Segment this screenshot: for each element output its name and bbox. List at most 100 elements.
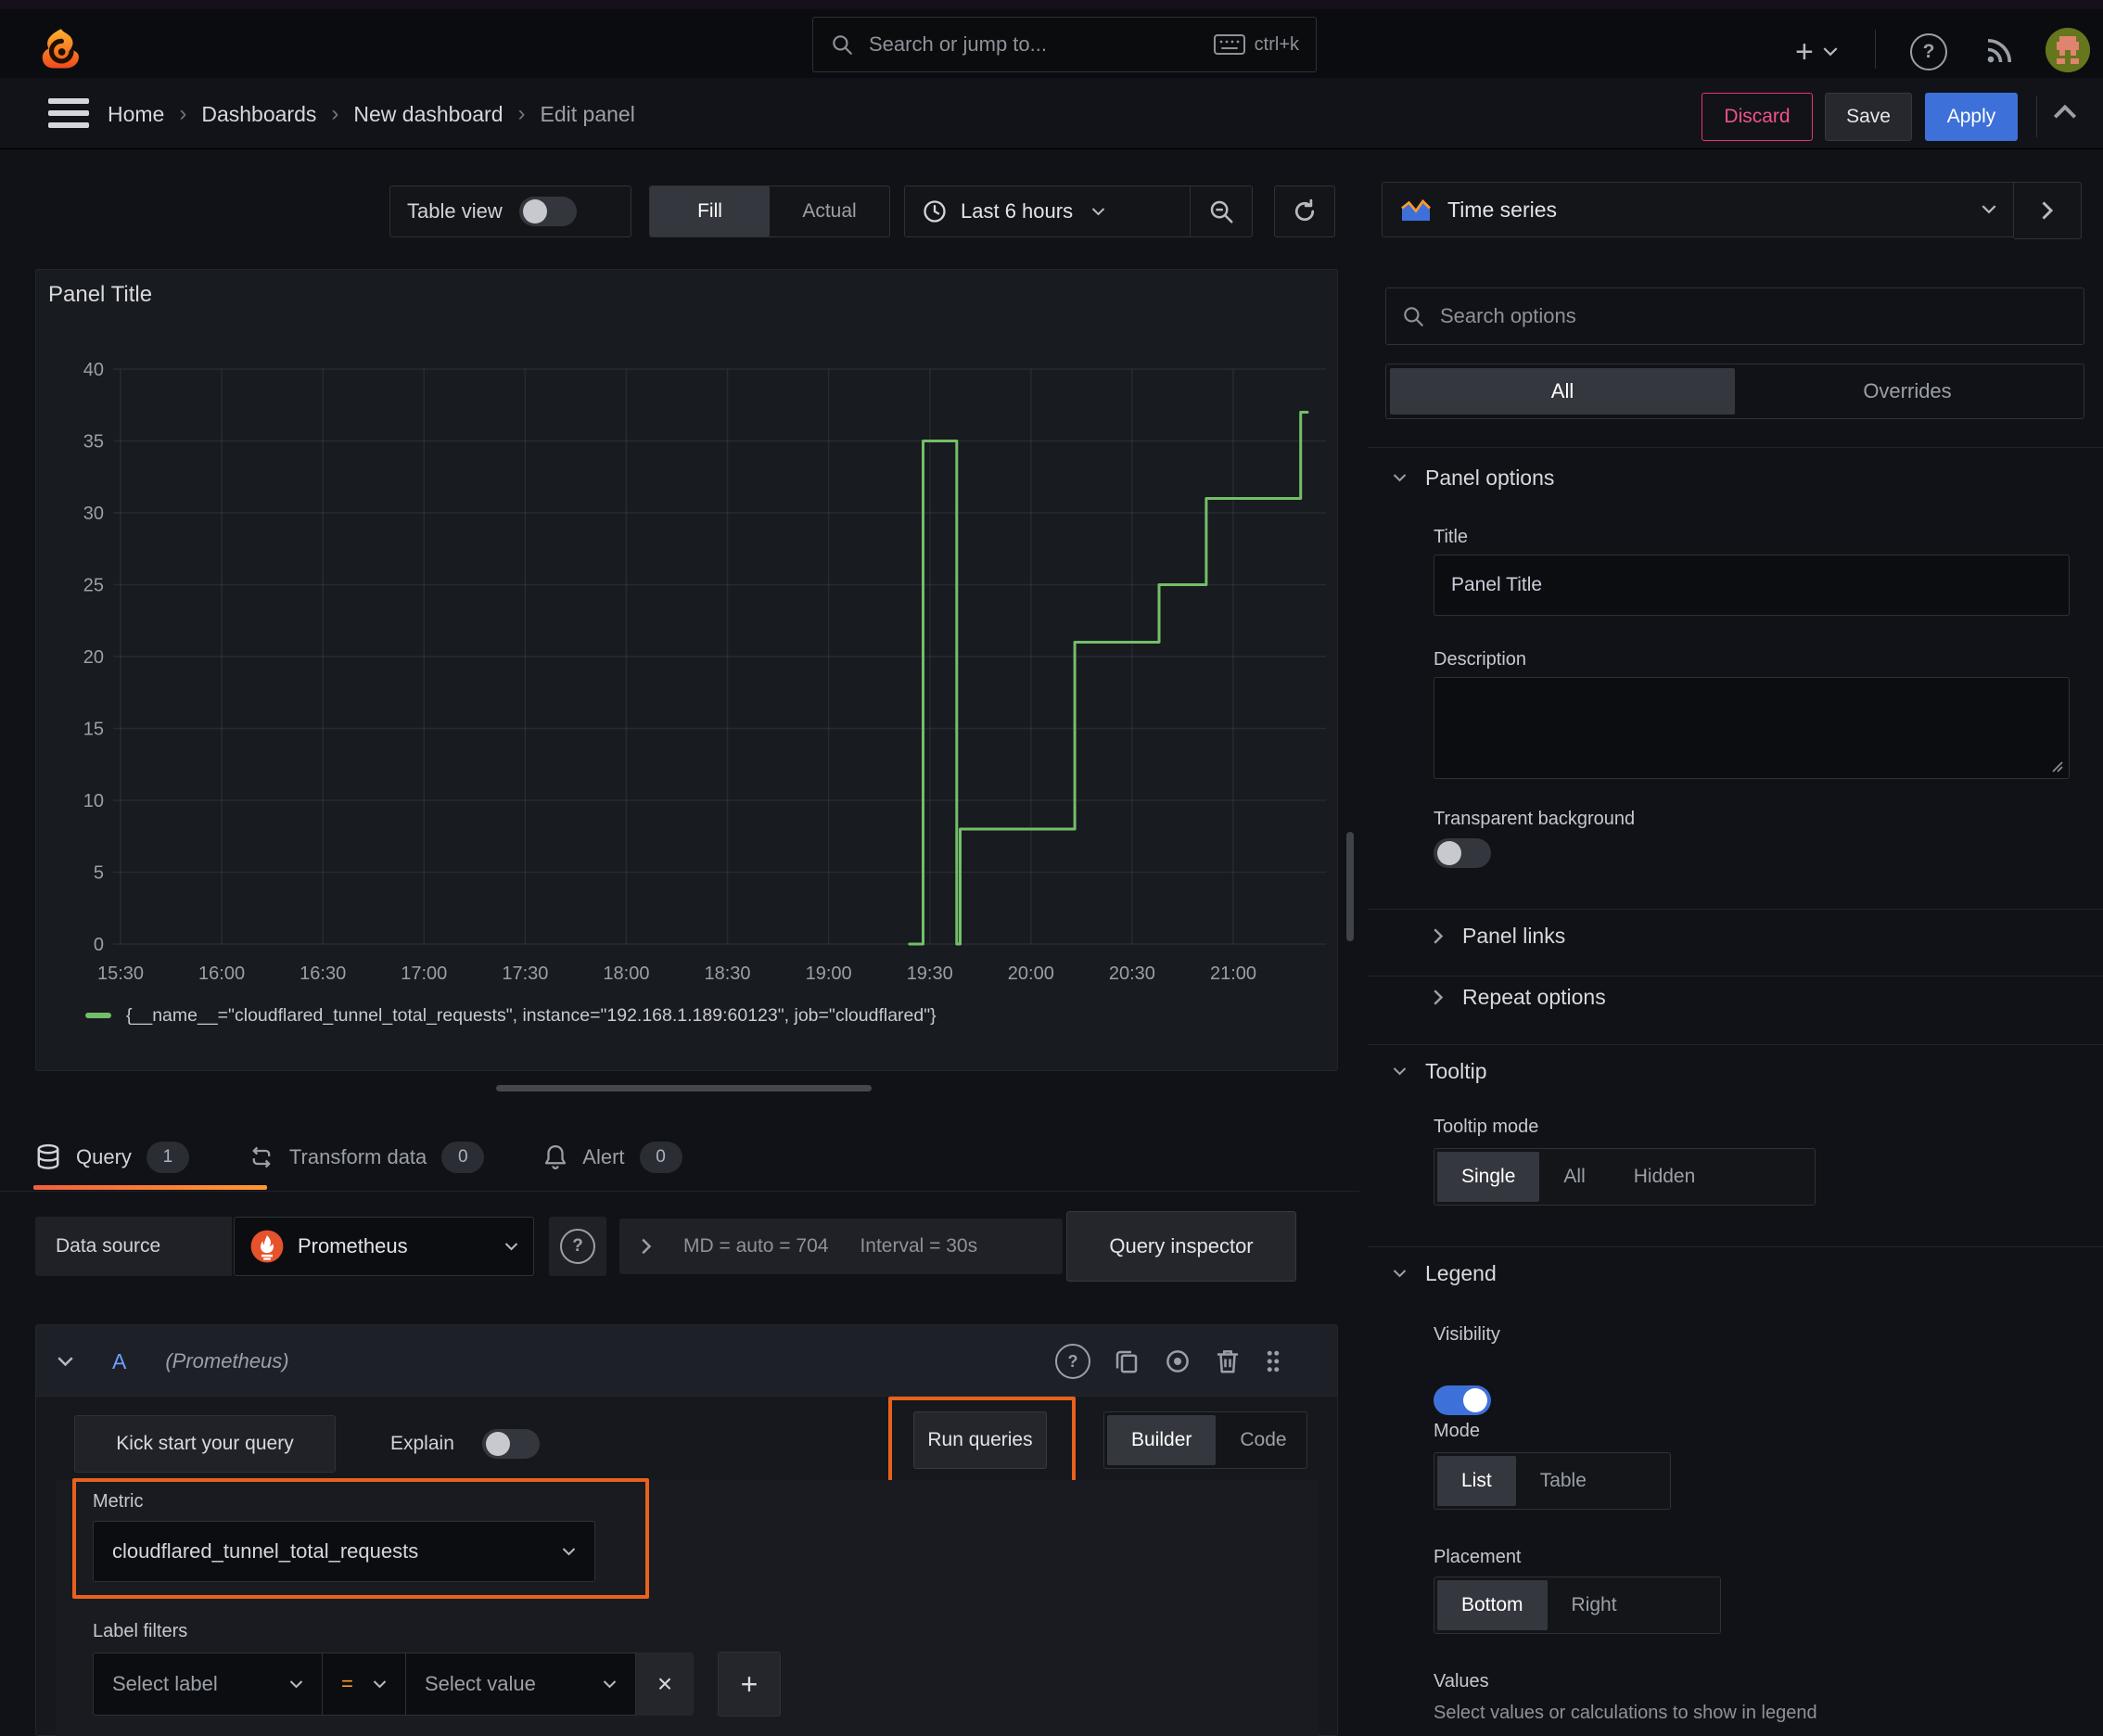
user-avatar[interactable]	[2046, 28, 2090, 72]
time-series-chart[interactable]: 0 5 10 15 20 25 30 35 40 15:30 16:00 16:30 17:00 17:3…	[43, 352, 1332, 1002]
panel-resize-handle[interactable]	[496, 1085, 872, 1091]
metric-value: cloudflared_tunnel_total_requests	[112, 1539, 419, 1563]
legend-section-header[interactable]: Legend	[1393, 1261, 1497, 1286]
select-value-dropdown[interactable]: Select value	[406, 1653, 636, 1716]
refresh-button[interactable]	[1274, 185, 1335, 237]
new-menu-button[interactable]: +	[1795, 32, 1838, 72]
news-rss-button[interactable]	[1982, 34, 2016, 68]
help-button[interactable]: ?	[1910, 33, 1947, 70]
explain-toggle[interactable]	[481, 1429, 540, 1459]
chevron-down-icon[interactable]	[57, 1356, 73, 1367]
legend-mode-list-option[interactable]: List	[1437, 1456, 1516, 1506]
grip-dots-icon	[1267, 1350, 1280, 1372]
svg-text:20:00: 20:00	[1008, 964, 1054, 984]
apply-button[interactable]: Apply	[1925, 93, 2018, 141]
code-option[interactable]: Code	[1216, 1415, 1306, 1465]
breadcrumb-home[interactable]: Home	[108, 102, 164, 127]
save-button[interactable]: Save	[1825, 93, 1912, 141]
legend-values-hint: Select values or calculations to show in…	[1434, 1703, 1817, 1723]
kick-start-query-button[interactable]: Kick start your query	[74, 1415, 336, 1473]
remove-filter-button[interactable]: ×	[636, 1653, 694, 1716]
menu-toggle-button[interactable]	[48, 98, 89, 128]
tab-transform-data[interactable]: Transform data 0	[249, 1142, 485, 1173]
tab-transform-label: Transform data	[288, 1145, 427, 1168]
title-field-label: Title	[1434, 527, 1469, 547]
query-inspector-button[interactable]: Query inspector	[1066, 1211, 1296, 1282]
options-search-box[interactable]	[1385, 287, 2084, 345]
legend-series-label[interactable]: {__name__="cloudflared_tunnel_total_requ…	[126, 1005, 937, 1027]
options-search-input[interactable]	[1438, 303, 2069, 329]
grafana-logo-icon[interactable]	[37, 26, 85, 78]
repeat-options-section-header[interactable]: Repeat options	[1434, 985, 1606, 1010]
tooltip-single-option[interactable]: Single	[1437, 1152, 1540, 1202]
options-all-tab[interactable]: All	[1390, 368, 1735, 415]
query-count-badge: 1	[146, 1142, 189, 1173]
select-label-dropdown[interactable]: Select label	[93, 1653, 323, 1716]
legend-visibility-toggle[interactable]	[1434, 1385, 1491, 1415]
drag-handle[interactable]	[1263, 1347, 1283, 1375]
query-options-summary[interactable]: MD = auto = 704 Interval = 30s	[619, 1219, 1063, 1274]
query-ref-id[interactable]: A	[112, 1349, 126, 1374]
breadcrumb-new-dashboard[interactable]: New dashboard	[353, 102, 503, 127]
fill-option[interactable]: Fill	[650, 186, 770, 236]
operator-dropdown[interactable]: =	[323, 1653, 406, 1716]
left-pane-scrollbar[interactable]	[1346, 832, 1354, 941]
resize-grip-icon[interactable]	[2050, 760, 2063, 772]
time-range-picker[interactable]: Last 6 hours	[905, 198, 1190, 224]
search-icon	[830, 32, 854, 57]
metric-label: Metric	[93, 1491, 144, 1512]
breadcrumb-dashboards[interactable]: Dashboards	[201, 102, 316, 127]
close-icon: ×	[656, 1669, 673, 1698]
tooltip-hidden-option[interactable]: Hidden	[1610, 1152, 1720, 1202]
add-filter-button[interactable]: +	[718, 1652, 781, 1717]
label-filters-label: Label filters	[93, 1621, 188, 1641]
datasource-help-button[interactable]: ?	[549, 1217, 606, 1276]
chevron-down-icon	[1393, 474, 1407, 482]
tooltip-section-header[interactable]: Tooltip	[1393, 1059, 1486, 1084]
tab-query[interactable]: Query 1	[35, 1142, 189, 1173]
nav-divider	[1875, 30, 1876, 69]
panel-links-section-header[interactable]: Panel links	[1434, 924, 1565, 949]
tab-alert[interactable]: Alert 0	[543, 1142, 682, 1173]
visualization-picker[interactable]: Time series	[1382, 182, 2014, 237]
zoom-out-button[interactable]	[1191, 186, 1252, 236]
svg-text:10: 10	[83, 791, 104, 811]
query-datasource-name: (Prometheus)	[165, 1349, 289, 1372]
panel-title-input[interactable]	[1434, 555, 2070, 616]
collapse-header-button[interactable]	[2053, 104, 2077, 119]
discard-button[interactable]: Discard	[1702, 93, 1813, 141]
duplicate-query-button[interactable]	[1113, 1347, 1141, 1375]
legend-mode-table-option[interactable]: Table	[1516, 1456, 1611, 1506]
tooltip-all-option[interactable]: All	[1539, 1152, 1609, 1202]
select-label-placeholder: Select label	[112, 1672, 218, 1695]
delete-query-button[interactable]	[1215, 1347, 1241, 1375]
metric-select[interactable]: cloudflared_tunnel_total_requests	[93, 1521, 595, 1582]
zoom-out-icon	[1210, 200, 1233, 223]
time-series-viz-icon	[1401, 198, 1431, 221]
panel-options-section-header[interactable]: Panel options	[1393, 466, 1554, 491]
toggle-query-visibility-button[interactable]	[1163, 1347, 1192, 1375]
chevron-right-icon	[642, 1238, 652, 1255]
legend-placement-right-option[interactable]: Right	[1548, 1580, 1641, 1630]
actual-option[interactable]: Actual	[770, 186, 889, 236]
panel-description-textarea[interactable]	[1434, 677, 2070, 779]
table-view-toggle[interactable]	[518, 197, 577, 226]
search-input[interactable]	[867, 32, 1214, 57]
keyboard-icon	[1213, 34, 1245, 55]
datasource-picker[interactable]: Prometheus	[234, 1217, 534, 1276]
svg-text:18:30: 18:30	[705, 964, 751, 984]
query-help-button[interactable]: ?	[1055, 1344, 1090, 1379]
builder-option[interactable]: Builder	[1107, 1415, 1217, 1465]
datasource-value: Prometheus	[298, 1234, 408, 1257]
transparent-background-toggle[interactable]	[1434, 838, 1491, 868]
run-queries-button[interactable]: Run queries	[913, 1411, 1047, 1469]
toggle-options-pane-button[interactable]	[2014, 182, 2082, 239]
global-search-box[interactable]: ctrl+k	[812, 17, 1317, 72]
legend-placement-bottom-option[interactable]: Bottom	[1437, 1580, 1548, 1630]
chart-legend[interactable]: {__name__="cloudflared_tunnel_total_requ…	[85, 1000, 937, 1031]
options-overrides-tab[interactable]: Overrides	[1735, 368, 2080, 415]
interval-summary: Interval = 30s	[860, 1235, 978, 1257]
svg-text:15: 15	[83, 720, 104, 740]
chevron-down-icon	[1393, 1270, 1407, 1278]
svg-text:15:30: 15:30	[97, 964, 144, 984]
